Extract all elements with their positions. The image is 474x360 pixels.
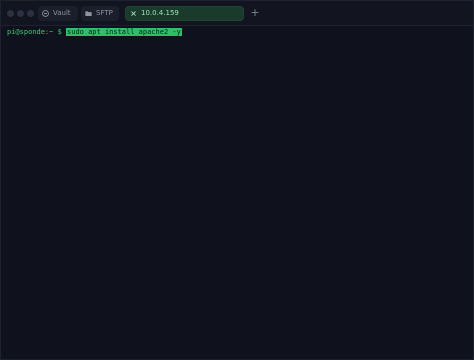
maximize-window-button[interactable] [27,10,34,17]
tab-sftp[interactable]: SFTP [81,6,119,21]
shell-prompt: pi@sponde:~ $ [7,28,62,36]
terminal-line: pi@sponde:~ $ sudo apt install apache2 -… [7,28,182,37]
folder-icon [85,11,92,16]
vault-icon [42,10,49,17]
new-tab-button[interactable]: + [248,6,262,20]
close-tab-icon[interactable] [130,10,137,17]
close-window-button[interactable] [7,10,14,17]
minimize-window-button[interactable] [17,10,24,17]
tab-label: Vault [53,9,71,17]
tab-label: SFTP [96,9,113,17]
tab-label: 10.0.4.159 [141,9,179,17]
typed-command: sudo apt install apache2 -y [66,28,182,36]
title-bar: Vault SFTP 10.0.4.159 + [1,1,473,26]
tab-host[interactable]: 10.0.4.159 [125,6,244,21]
tab-vault[interactable]: Vault [38,6,78,21]
terminal-window: Vault SFTP 10.0.4.159 + pi@sponde:~ $ su… [0,0,474,360]
terminal-output[interactable]: pi@sponde:~ $ sudo apt install apache2 -… [1,26,473,359]
